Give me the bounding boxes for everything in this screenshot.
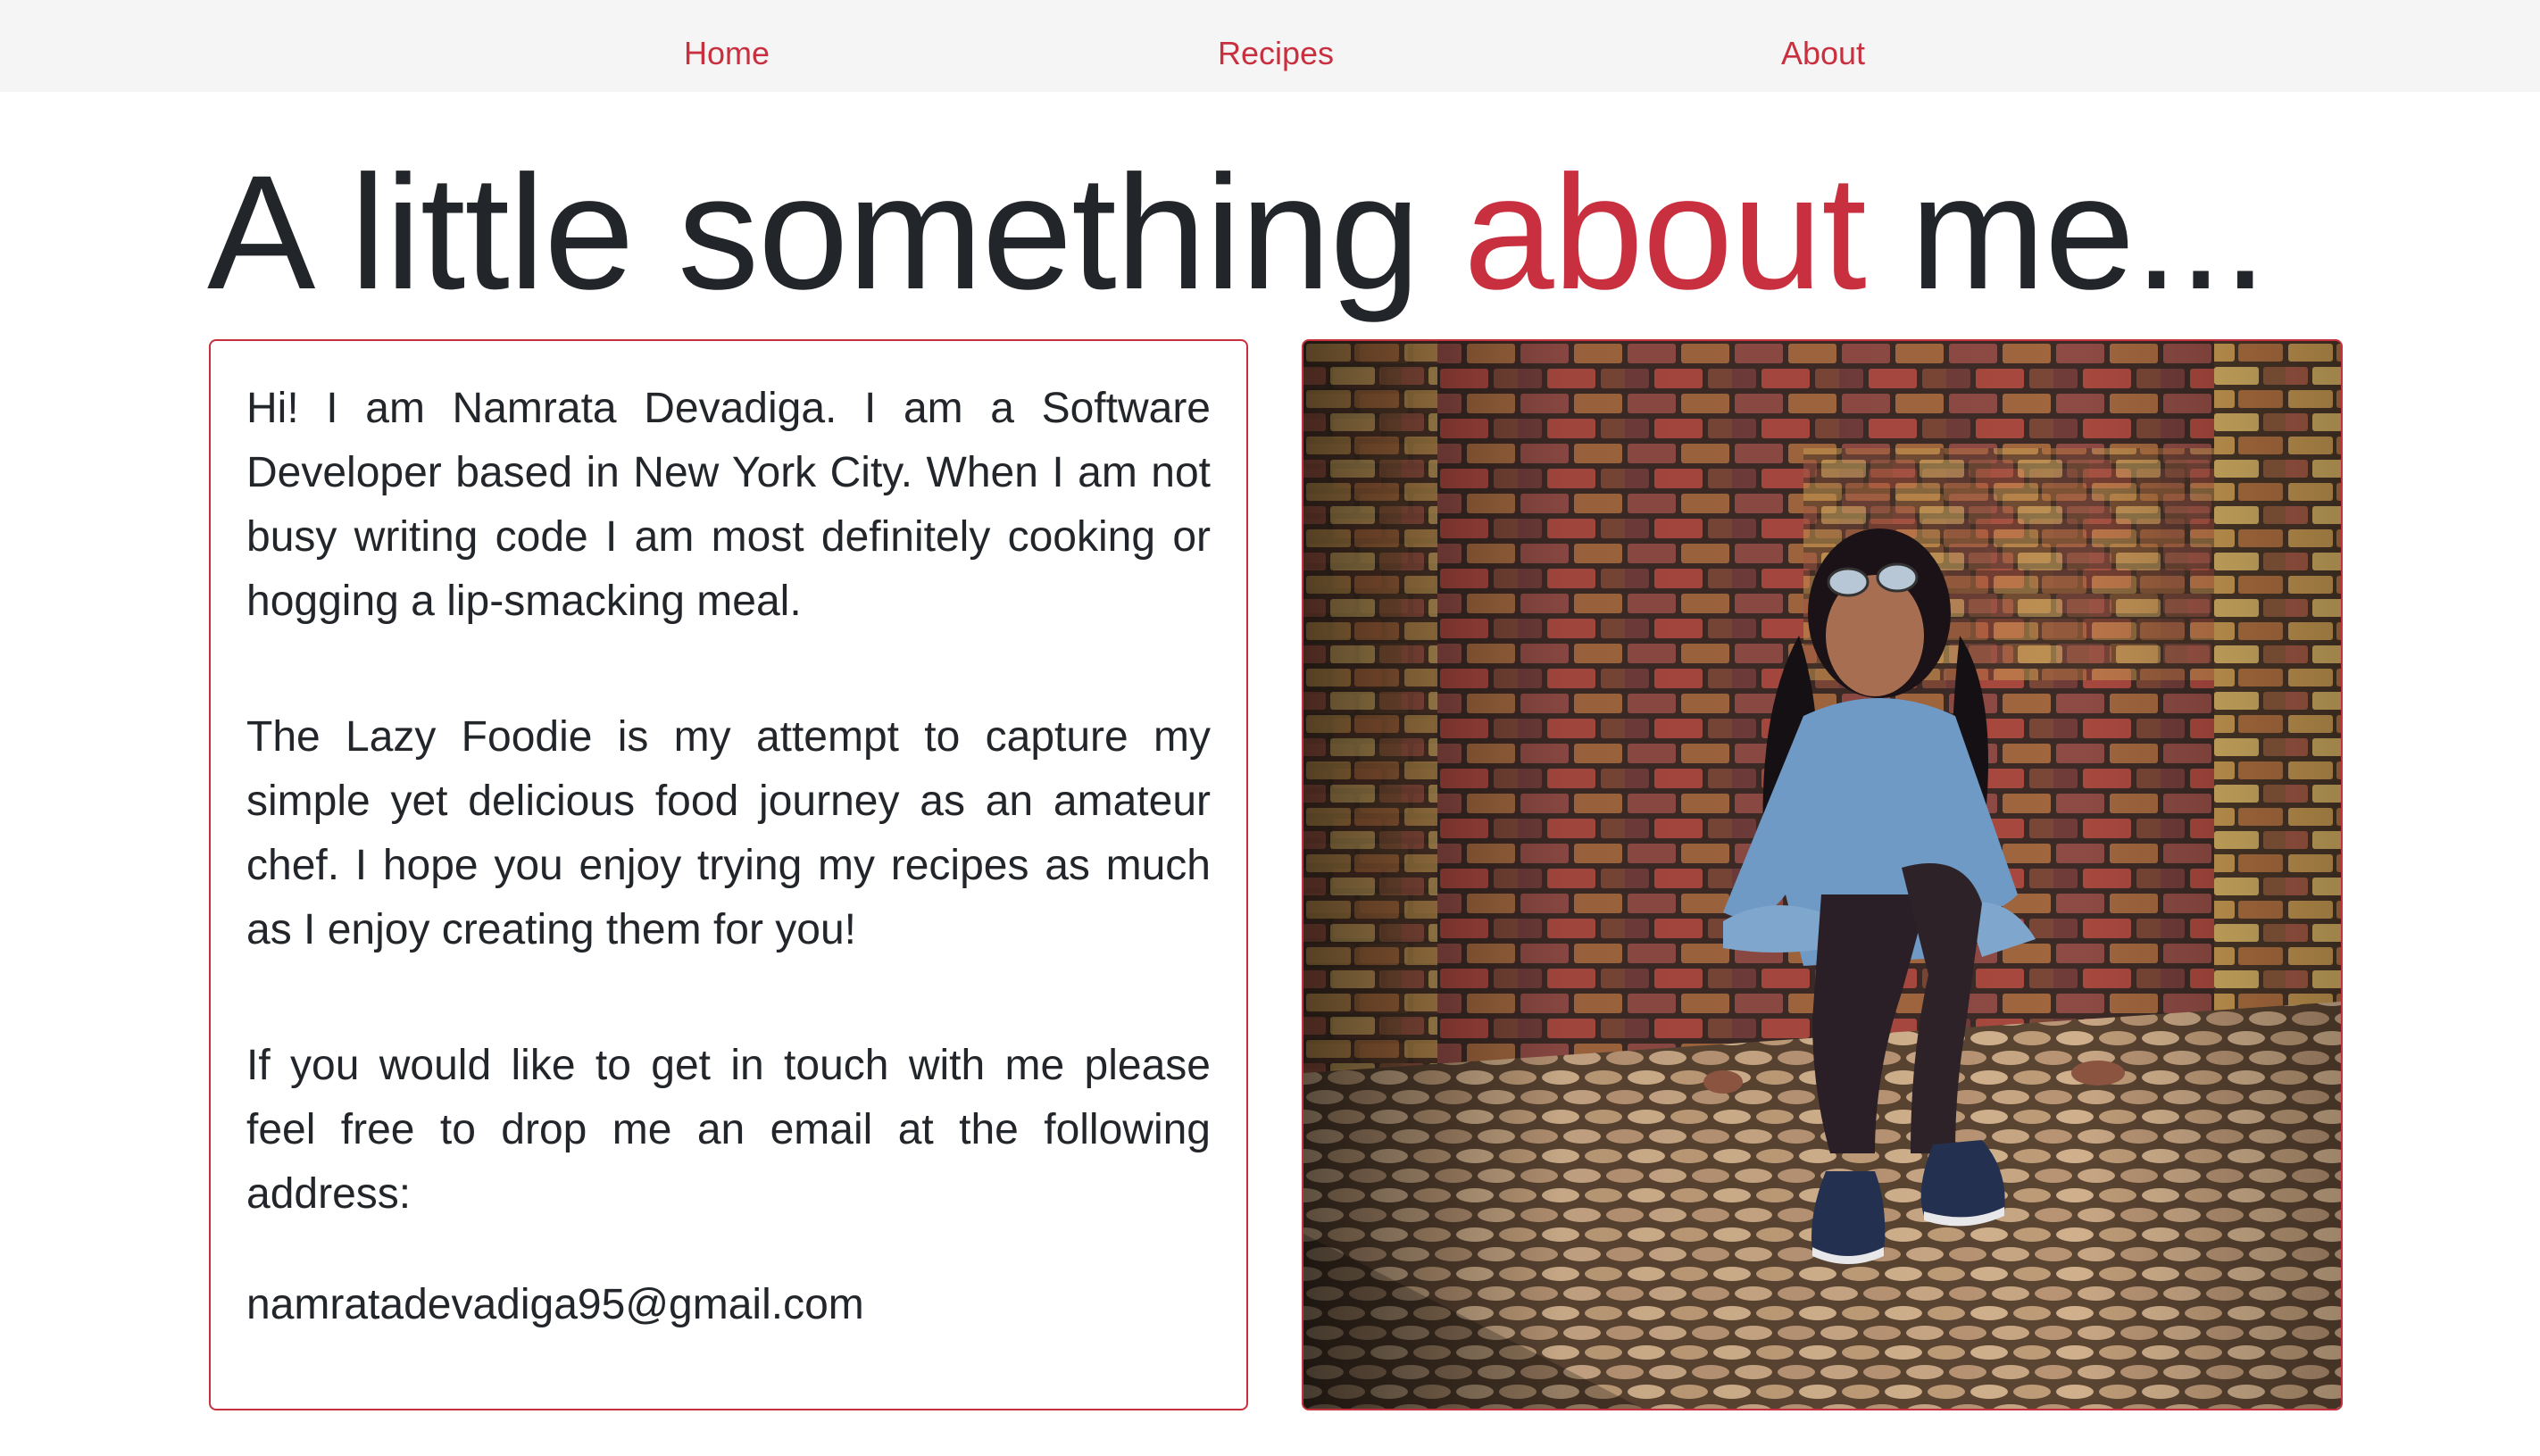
top-navbar: Home Recipes About (0, 0, 2540, 92)
nav-home-link[interactable]: Home (684, 32, 770, 75)
page-title-accent: about (1463, 141, 1866, 323)
nav-recipes-link[interactable]: Recipes (1218, 32, 1334, 75)
nav-about-link[interactable]: About (1781, 32, 1865, 75)
contact-email: namratadevadiga95@gmail.com (246, 1281, 864, 1328)
page-title: A little something about me... (207, 134, 2268, 330)
bio-paragraph-blog: The Lazy Foodie is my attempt to capture… (246, 713, 1211, 953)
bio-paragraph-contact: If you would like to get in touch with m… (246, 1042, 1211, 1218)
bio-paragraph-intro: Hi! I am Namrata Devadiga. I am a Softwa… (246, 385, 1211, 625)
page-title-start: A little something (207, 141, 1464, 323)
page-title-end: me... (1865, 141, 2268, 323)
bio-card: Hi! I am Namrata Devadiga. I am a Softwa… (209, 339, 1248, 1410)
profile-photo (1302, 339, 2343, 1410)
